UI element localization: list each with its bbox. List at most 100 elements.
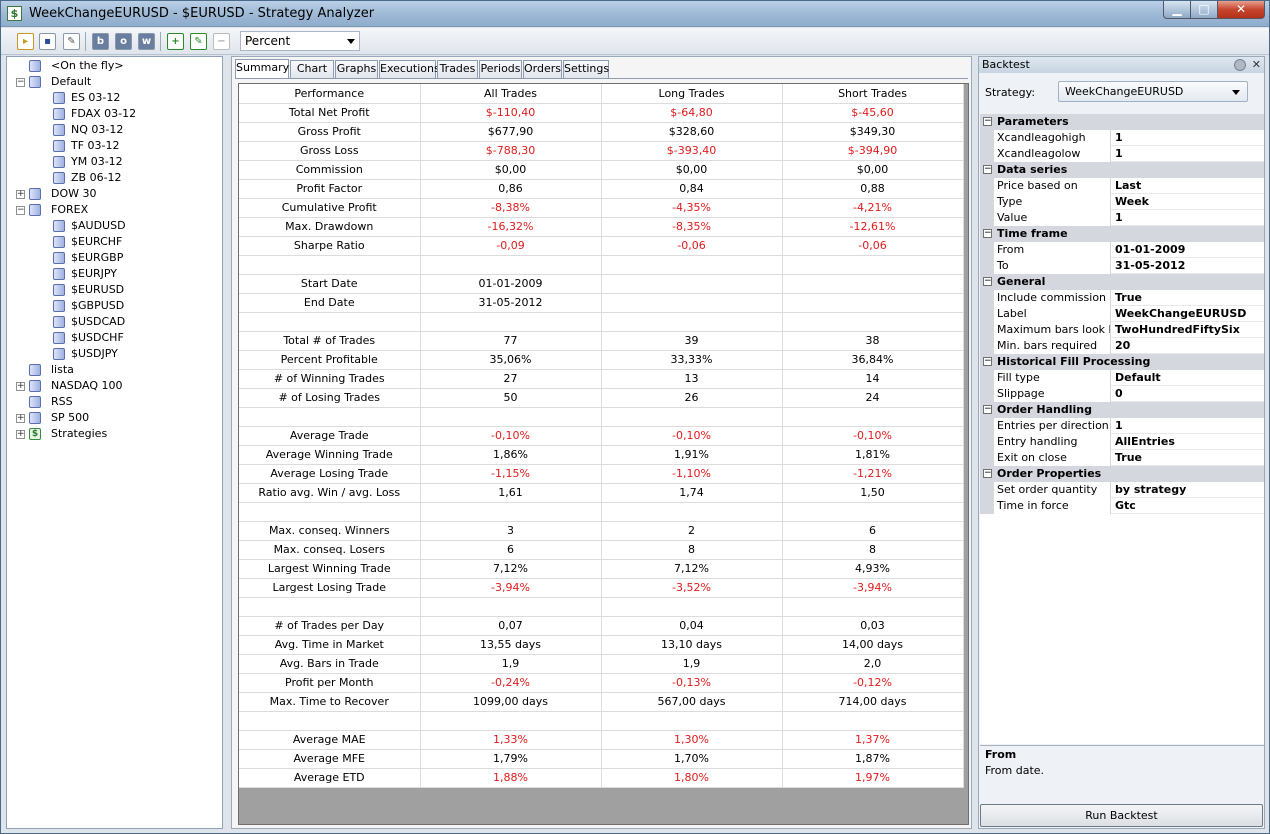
pin-icon[interactable]: [1234, 59, 1246, 71]
collapse-icon[interactable]: −: [983, 469, 992, 478]
property-row[interactable]: From 01-01-2009: [980, 242, 1264, 258]
collapse-icon[interactable]: −: [16, 78, 25, 87]
collapse-icon[interactable]: −: [983, 405, 992, 414]
property-category[interactable]: − Historical Fill Processing: [980, 354, 1264, 370]
property-category[interactable]: − Data series: [980, 162, 1264, 178]
property-value[interactable]: 20: [1115, 338, 1263, 353]
tab-executions[interactable]: Executions: [379, 60, 440, 78]
property-row[interactable]: Value 1: [980, 210, 1264, 226]
tree-item[interactable]: $USDCHF: [7, 330, 222, 346]
property-row[interactable]: Slippage 0: [980, 386, 1264, 402]
property-value[interactable]: 1: [1115, 210, 1263, 225]
tree-item[interactable]: $EURJPY: [7, 266, 222, 282]
tree-item[interactable]: ZB 06-12: [7, 170, 222, 186]
property-category[interactable]: − Order Handling: [980, 402, 1264, 418]
tab-trades[interactable]: Trades: [437, 60, 478, 78]
close-icon[interactable]: ✕: [1252, 58, 1261, 71]
tree-item[interactable]: − FOREX: [7, 202, 222, 218]
property-value[interactable]: 1: [1115, 418, 1263, 433]
tree-item[interactable]: FDAX 03-12: [7, 106, 222, 122]
property-value[interactable]: 31-05-2012: [1115, 258, 1263, 273]
property-value[interactable]: True: [1115, 450, 1263, 465]
tree-item[interactable]: YM 03-12: [7, 154, 222, 170]
property-row[interactable]: Entry handling AllEntries: [980, 434, 1264, 450]
tab-graphs[interactable]: Graphs: [335, 60, 378, 78]
tab-periods[interactable]: Periods: [479, 60, 522, 78]
title-bar[interactable]: $ WeekChangeEURUSD - $EURUSD - Strategy …: [1, 1, 1269, 27]
property-value[interactable]: Last: [1115, 178, 1263, 193]
tree-item[interactable]: ES 03-12: [7, 90, 222, 106]
tree-item[interactable]: + DOW 30: [7, 186, 222, 202]
property-value[interactable]: WeekChangeEURUSD: [1115, 306, 1263, 321]
column-header[interactable]: Short Trades: [782, 84, 964, 104]
property-value[interactable]: True: [1115, 290, 1263, 305]
property-row[interactable]: Price based on Last: [980, 178, 1264, 194]
tab-summary[interactable]: Summary: [235, 59, 289, 78]
property-row[interactable]: Fill type Default: [980, 370, 1264, 386]
property-row[interactable]: Exit on close True: [980, 450, 1264, 466]
tree-item[interactable]: $AUDUSD: [7, 218, 222, 234]
property-row[interactable]: To 31-05-2012: [980, 258, 1264, 274]
tab-settings[interactable]: Settings: [563, 60, 609, 78]
tree-item[interactable]: NQ 03-12: [7, 122, 222, 138]
property-row[interactable]: Xcandleagohigh 1: [980, 130, 1264, 146]
property-value[interactable]: Week: [1115, 194, 1263, 209]
expand-icon[interactable]: +: [16, 190, 25, 199]
tree-item[interactable]: $USDJPY: [7, 346, 222, 362]
column-header[interactable]: All Trades: [420, 84, 602, 104]
open-icon[interactable]: ▸: [17, 33, 34, 50]
property-row[interactable]: Set order quantity by strategy: [980, 482, 1264, 498]
tab-chart[interactable]: Chart: [290, 60, 334, 78]
tree-item[interactable]: + NASDAQ 100: [7, 378, 222, 394]
save-icon[interactable]: ▪: [39, 33, 56, 50]
edit-strategy-icon[interactable]: ✎: [190, 33, 207, 50]
property-row[interactable]: Entries per direction 1: [980, 418, 1264, 434]
column-header[interactable]: Long Trades: [601, 84, 783, 104]
expand-icon[interactable]: +: [16, 414, 25, 423]
property-category[interactable]: − Order Properties: [980, 466, 1264, 482]
property-value[interactable]: TwoHundredFiftySix: [1115, 322, 1263, 337]
property-value[interactable]: 01-01-2009: [1115, 242, 1263, 257]
o-icon[interactable]: o: [115, 33, 132, 50]
tree-item[interactable]: lista: [7, 362, 222, 378]
property-row[interactable]: Maximum bars look bac TwoHundredFiftySix: [980, 322, 1264, 338]
maximize-button[interactable]: □: [1190, 1, 1218, 19]
property-value[interactable]: 0: [1115, 386, 1263, 401]
tree-item[interactable]: $EURCHF: [7, 234, 222, 250]
collapse-icon[interactable]: −: [983, 165, 992, 174]
collapse-icon[interactable]: −: [983, 277, 992, 286]
remove-icon[interactable]: −: [213, 33, 230, 50]
property-value[interactable]: 1: [1115, 130, 1263, 145]
expand-icon[interactable]: +: [16, 382, 25, 391]
property-row[interactable]: Type Week: [980, 194, 1264, 210]
tree-item[interactable]: <On the fly>: [7, 58, 222, 74]
tree-item[interactable]: + SP 500: [7, 410, 222, 426]
property-category[interactable]: − Time frame: [980, 226, 1264, 242]
property-row[interactable]: Xcandleagolow 1: [980, 146, 1264, 162]
property-value[interactable]: 1: [1115, 146, 1263, 161]
tree-item[interactable]: RSS: [7, 394, 222, 410]
edit-icon[interactable]: ✎: [63, 33, 80, 50]
property-value[interactable]: Default: [1115, 370, 1263, 385]
collapse-icon[interactable]: −: [983, 229, 992, 238]
property-category[interactable]: − General: [980, 274, 1264, 290]
tree-item[interactable]: $EURUSD: [7, 282, 222, 298]
tree-item[interactable]: + $ Strategies: [7, 426, 222, 442]
column-header[interactable]: Performance: [239, 84, 421, 104]
collapse-icon[interactable]: −: [983, 357, 992, 366]
expand-icon[interactable]: +: [16, 430, 25, 439]
minimize-button[interactable]: ▁: [1163, 1, 1191, 19]
tab-orders[interactable]: Orders: [523, 60, 562, 78]
property-value[interactable]: AllEntries: [1115, 434, 1263, 449]
b-icon[interactable]: b: [92, 33, 109, 50]
property-value[interactable]: Gtc: [1115, 498, 1263, 513]
property-row[interactable]: Time in force Gtc: [980, 498, 1264, 514]
run-backtest-button[interactable]: Run Backtest: [980, 804, 1263, 827]
tree-item[interactable]: $EURGBP: [7, 250, 222, 266]
collapse-icon[interactable]: −: [16, 206, 25, 215]
property-row[interactable]: Min. bars required 20: [980, 338, 1264, 354]
property-value[interactable]: by strategy: [1115, 482, 1263, 497]
property-row[interactable]: Label WeekChangeEURUSD: [980, 306, 1264, 322]
close-button[interactable]: ✕: [1217, 1, 1265, 19]
tree-item[interactable]: − Default: [7, 74, 222, 90]
